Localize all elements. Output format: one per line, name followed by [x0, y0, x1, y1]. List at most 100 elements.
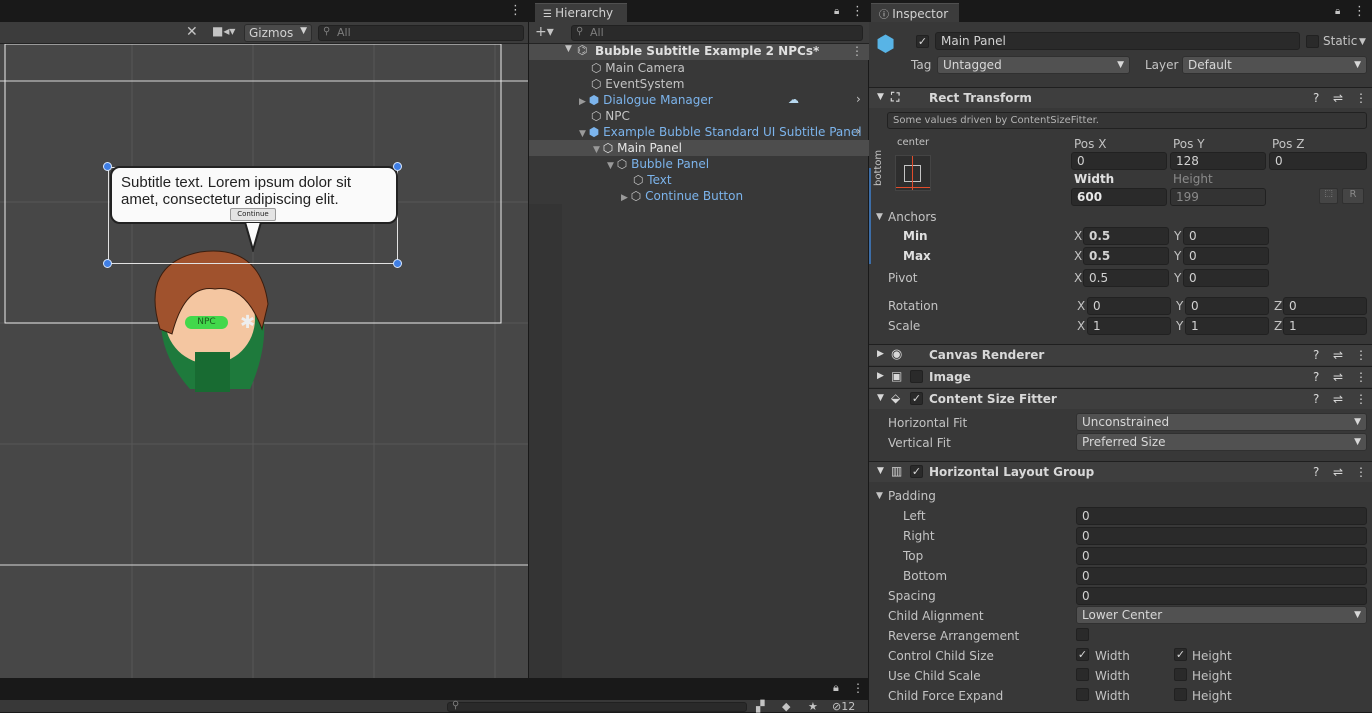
rotation-y-field[interactable]: 0: [1185, 297, 1269, 315]
filter-type-icon[interactable]: ▞: [756, 700, 764, 713]
expand-arrow-icon[interactable]: ▶: [877, 371, 884, 381]
anchor-max-y-field[interactable]: 0: [1183, 247, 1269, 265]
expand-width-checkbox[interactable]: [1076, 688, 1089, 701]
scale-x-field[interactable]: 1: [1087, 317, 1171, 335]
scene-view[interactable]: ⋮ ✕ ■◂▾ Gizmos ▼ ⚲ All Subtitle text. Lo…: [0, 0, 868, 713]
lock-icon[interactable]: 🔒︎: [1335, 6, 1340, 17]
rotation-x-field[interactable]: 0: [1087, 297, 1171, 315]
hierarchy-item-dialogue-manager[interactable]: ▶ ⬢ Dialogue Manager: [579, 92, 713, 108]
width-field[interactable]: 600: [1071, 188, 1167, 206]
more-menu-icon[interactable]: ⋮: [509, 3, 522, 18]
control-height-checkbox[interactable]: ✓: [1174, 648, 1187, 661]
image-header[interactable]: ▶ ▣ Image ? ⇌ ⋮: [869, 366, 1372, 387]
pos-z-field[interactable]: 0: [1269, 152, 1367, 170]
horizontal-layout-group-header[interactable]: ▼ ▥ ✓ Horizontal Layout Group ? ⇌ ⋮: [869, 461, 1372, 482]
anchor-min-x-field[interactable]: 0.5: [1083, 227, 1169, 245]
image-enabled-checkbox[interactable]: [910, 370, 923, 383]
raw-edit-button[interactable]: R: [1342, 188, 1364, 204]
static-checkbox[interactable]: [1306, 35, 1319, 48]
fitter-enabled-checkbox[interactable]: ✓: [910, 392, 923, 405]
object-name-field[interactable]: Main Panel: [935, 32, 1300, 50]
tools-icon[interactable]: ✕: [186, 24, 198, 40]
collapse-arrow-icon[interactable]: ▼: [876, 212, 883, 222]
scene-root-row[interactable]: ▼ ⌬ Bubble Subtitle Example 2 NPCs* ⋮: [529, 43, 869, 60]
padding-top-field[interactable]: 0: [1076, 547, 1367, 565]
hierarchy-item-npc[interactable]: ⬡ NPC: [591, 108, 630, 124]
help-icon[interactable]: ?: [1313, 370, 1319, 384]
tab-inspector[interactable]: ⓘ Inspector: [871, 3, 959, 22]
hierarchy-item-eventsystem[interactable]: ⬡ EventSystem: [591, 76, 684, 92]
rect-handle-bl[interactable]: [103, 259, 112, 268]
collapse-arrow-icon[interactable]: ▼: [593, 145, 603, 155]
tag-dropdown[interactable]: Untagged ▼: [937, 56, 1130, 74]
gizmos-button[interactable]: Gizmos ▼: [244, 24, 312, 42]
more-menu-icon[interactable]: ⋮: [1355, 392, 1367, 406]
scale-width-checkbox[interactable]: [1076, 668, 1089, 681]
reverse-arrangement-checkbox[interactable]: [1076, 628, 1089, 641]
help-icon[interactable]: ?: [1313, 348, 1319, 362]
child-alignment-dropdown[interactable]: Lower Center ▼: [1076, 606, 1367, 624]
more-menu-icon[interactable]: ⋮: [851, 4, 864, 19]
collapse-arrow-icon[interactable]: ▼: [877, 466, 884, 476]
more-menu-icon[interactable]: ⋮: [851, 44, 863, 58]
scale-height-checkbox[interactable]: [1174, 668, 1187, 681]
preset-icon[interactable]: ⇌: [1333, 370, 1343, 384]
control-width-checkbox[interactable]: ✓: [1076, 648, 1089, 661]
help-icon[interactable]: ?: [1313, 392, 1319, 406]
help-icon[interactable]: ?: [1313, 465, 1319, 479]
collapse-arrow-icon[interactable]: ▼: [877, 393, 884, 403]
gameobject-cube-icon[interactable]: ⬢: [876, 32, 895, 57]
pos-y-field[interactable]: 128: [1170, 152, 1266, 170]
blueprint-mode-button[interactable]: ⬚: [1319, 188, 1338, 204]
hierarchy-search-input[interactable]: ⚲ All: [571, 25, 863, 41]
hierarchy-item-continue-button[interactable]: ▶ ⬡ Continue Button: [621, 188, 743, 204]
expand-arrow-icon[interactable]: ▶: [877, 349, 884, 359]
collapse-arrow-icon[interactable]: ▼: [607, 161, 617, 171]
padding-bottom-field[interactable]: 0: [1076, 567, 1367, 585]
padding-right-field[interactable]: 0: [1076, 527, 1367, 545]
anchor-max-x-field[interactable]: 0.5: [1083, 247, 1169, 265]
canvas-renderer-header[interactable]: ▶ ◉ Canvas Renderer ? ⇌ ⋮: [869, 344, 1372, 365]
scene-search-input[interactable]: ⚲ All: [318, 25, 524, 41]
more-menu-icon[interactable]: ⋮: [1355, 348, 1367, 362]
spacing-field[interactable]: 0: [1076, 587, 1367, 605]
rect-transform-header[interactable]: ▼ ⛶ Rect Transform ? ⇌ ⋮: [869, 87, 1372, 108]
scale-z-field[interactable]: 1: [1283, 317, 1367, 335]
continue-button[interactable]: Continue: [230, 208, 276, 221]
preset-icon[interactable]: ⇌: [1333, 91, 1343, 105]
label-icon[interactable]: ◆: [782, 700, 790, 713]
collapse-arrow-icon[interactable]: ▼: [579, 129, 589, 139]
more-menu-icon[interactable]: ⋮: [1355, 91, 1367, 105]
preset-icon[interactable]: ⇌: [1333, 465, 1343, 479]
project-search-input[interactable]: ⚲: [447, 700, 747, 712]
scene-viewport[interactable]: Subtitle text. Lorem ipsum dolor sit ame…: [0, 44, 528, 678]
hierarchy-item-subtitle-panel[interactable]: ▼ ⬢ Example Bubble Standard UI Subtitle …: [579, 124, 862, 140]
hierarchy-item-main-camera[interactable]: ⬡ Main Camera: [591, 60, 685, 76]
rect-handle-tl[interactable]: [103, 162, 112, 171]
hierarchy-item-bubble-panel[interactable]: ▼ ⬡ Bubble Panel: [607, 156, 709, 172]
lock-icon[interactable]: 🔒︎: [834, 6, 839, 17]
hierarchy-item-main-panel[interactable]: ▼ ⬡ Main Panel: [593, 140, 682, 156]
scale-y-field[interactable]: 1: [1185, 317, 1269, 335]
active-checkbox[interactable]: ✓: [916, 35, 929, 48]
more-menu-icon[interactable]: ⋮: [852, 681, 864, 695]
anchor-min-y-field[interactable]: 0: [1183, 227, 1269, 245]
hidden-count[interactable]: ⊘12: [832, 700, 855, 713]
padding-left-field[interactable]: 0: [1076, 507, 1367, 525]
collapse-arrow-icon[interactable]: ▼: [877, 92, 884, 102]
layer-dropdown[interactable]: Default ▼: [1182, 56, 1367, 74]
layout-enabled-checkbox[interactable]: ✓: [910, 465, 923, 478]
expand-arrow-icon[interactable]: ▶: [621, 193, 631, 203]
lock-icon[interactable]: 🔒︎: [833, 681, 839, 695]
hierarchy-item-text[interactable]: ⬡ Text: [633, 172, 672, 188]
more-menu-icon[interactable]: ⋮: [1353, 4, 1366, 19]
pos-x-field[interactable]: 0: [1071, 152, 1167, 170]
rotation-z-field[interactable]: 0: [1283, 297, 1367, 315]
favorite-icon[interactable]: ★: [808, 700, 818, 713]
horizontal-fit-dropdown[interactable]: Unconstrained ▼: [1076, 413, 1367, 431]
camera-icon[interactable]: ■◂▾: [212, 24, 235, 38]
chevron-right-icon[interactable]: ›: [856, 124, 861, 138]
gizmos-dropdown-icon[interactable]: ▼: [300, 26, 307, 36]
static-dropdown-icon[interactable]: ▼: [1359, 37, 1366, 47]
help-icon[interactable]: ?: [1313, 91, 1319, 105]
